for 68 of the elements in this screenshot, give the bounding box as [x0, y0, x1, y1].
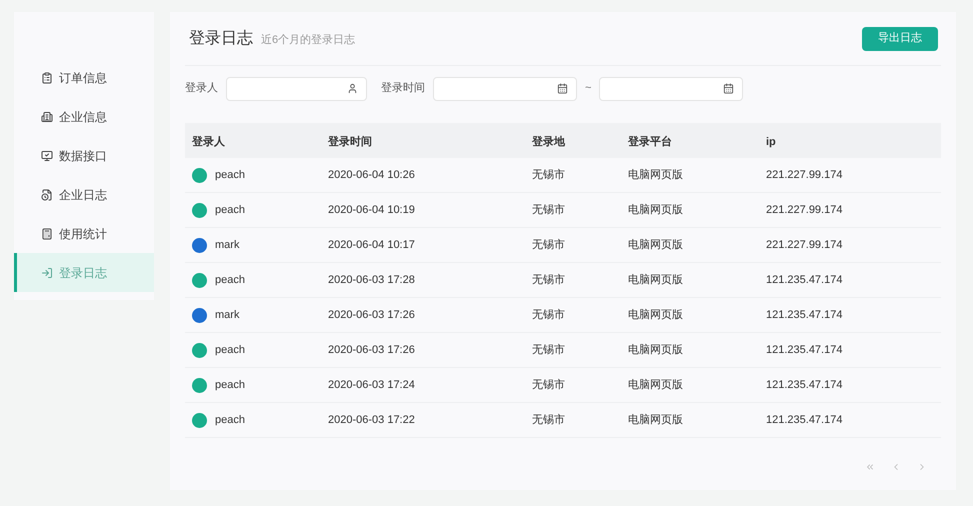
table-cell: 2020-06-03 17:22 [328, 414, 415, 426]
sidebar-item[interactable]: 订单信息 [14, 58, 154, 97]
start-date-field[interactable] [433, 76, 577, 100]
range-separator: ~ [585, 81, 592, 96]
table-cell: 121.235.47.174 [766, 308, 842, 321]
filter-label: 登录人 [185, 81, 218, 96]
table-cell: 121.235.47.174 [766, 274, 842, 286]
document-icon [41, 188, 53, 200]
table-cell: 221.227.99.174 [766, 168, 842, 181]
table-cell: 121.235.47.174 [766, 378, 842, 391]
sidebar-item[interactable]: 企业信息 [14, 97, 154, 136]
table-cell: 121.235.47.174 [766, 414, 842, 426]
table-cell: 电脑网页版 [628, 308, 683, 321]
calendar-icon [557, 83, 568, 94]
sidebar-item[interactable]: 企业日志 [14, 175, 154, 214]
table-cell-text: peach [215, 378, 245, 393]
page-title: 登录日志 [189, 28, 253, 48]
table-cell: 电脑网页版 [628, 168, 683, 181]
table-cell: 无锡市 [532, 308, 565, 321]
column-header: ip [766, 136, 776, 148]
column-header: 登录地 [532, 136, 565, 148]
monitor-chart-icon [41, 150, 53, 162]
table-cell: 2020-06-04 10:19 [328, 204, 415, 216]
table-cell-text: peach [215, 168, 245, 183]
table-cell: 221.227.99.174 [766, 204, 842, 216]
table-cell-text: mark [215, 238, 240, 253]
table-cell: 电脑网页版 [628, 414, 683, 426]
user-input-field[interactable] [226, 76, 367, 100]
table-cell: 2020-06-04 10:17 [328, 238, 415, 251]
table-cell-text: mark [215, 308, 240, 323]
column-header: 登录平台 [628, 136, 672, 148]
table-cell: 电脑网页版 [628, 378, 683, 391]
table-cell: 2020-06-03 17:28 [328, 274, 415, 286]
table-cell-text: peach [215, 412, 245, 428]
table-cell: 221.227.99.174 [766, 238, 842, 251]
building-icon [41, 110, 53, 122]
table-cell: 无锡市 [532, 414, 565, 426]
column-header: 登录时间 [328, 136, 372, 148]
table-cell: 121.235.47.174 [766, 344, 842, 356]
table-cell: 无锡市 [532, 238, 565, 251]
table-cell: 无锡市 [532, 378, 565, 391]
filter-label: 登录时间 [381, 81, 425, 96]
table-cell: 无锡市 [532, 344, 565, 356]
clipboard-icon [41, 72, 53, 84]
table-cell: 无锡市 [532, 274, 565, 286]
login-icon [41, 266, 53, 278]
page-subtitle: 近6个月的登录日志 [261, 32, 356, 48]
table-cell-text: peach [215, 202, 245, 218]
sidebar-item[interactable]: 数据接口 [14, 136, 154, 175]
table-cell: 电脑网页版 [628, 238, 683, 251]
first-page-icon[interactable] [865, 462, 875, 472]
sidebar-item[interactable]: 使用统计 [14, 214, 154, 253]
table-cell: 2020-06-03 17:26 [328, 308, 415, 321]
column-header: 登录人 [192, 136, 225, 148]
table-cell-text: peach [215, 272, 245, 288]
table-cell: 无锡市 [532, 168, 565, 181]
end-date-field[interactable] [599, 76, 744, 100]
calculator-icon [41, 228, 53, 240]
table-cell: 2020-06-03 17:26 [328, 344, 415, 356]
table-cell: 电脑网页版 [628, 204, 683, 216]
table-cell: 2020-06-03 17:24 [328, 378, 415, 391]
table-cell-text: peach [215, 342, 245, 358]
table-cell: 电脑网页版 [628, 274, 683, 286]
table-cell: 电脑网页版 [628, 344, 683, 356]
table-cell: 2020-06-04 10:26 [328, 168, 415, 181]
calendar-icon [723, 83, 734, 94]
table-cell: 无锡市 [532, 204, 565, 216]
user-icon [347, 83, 358, 94]
